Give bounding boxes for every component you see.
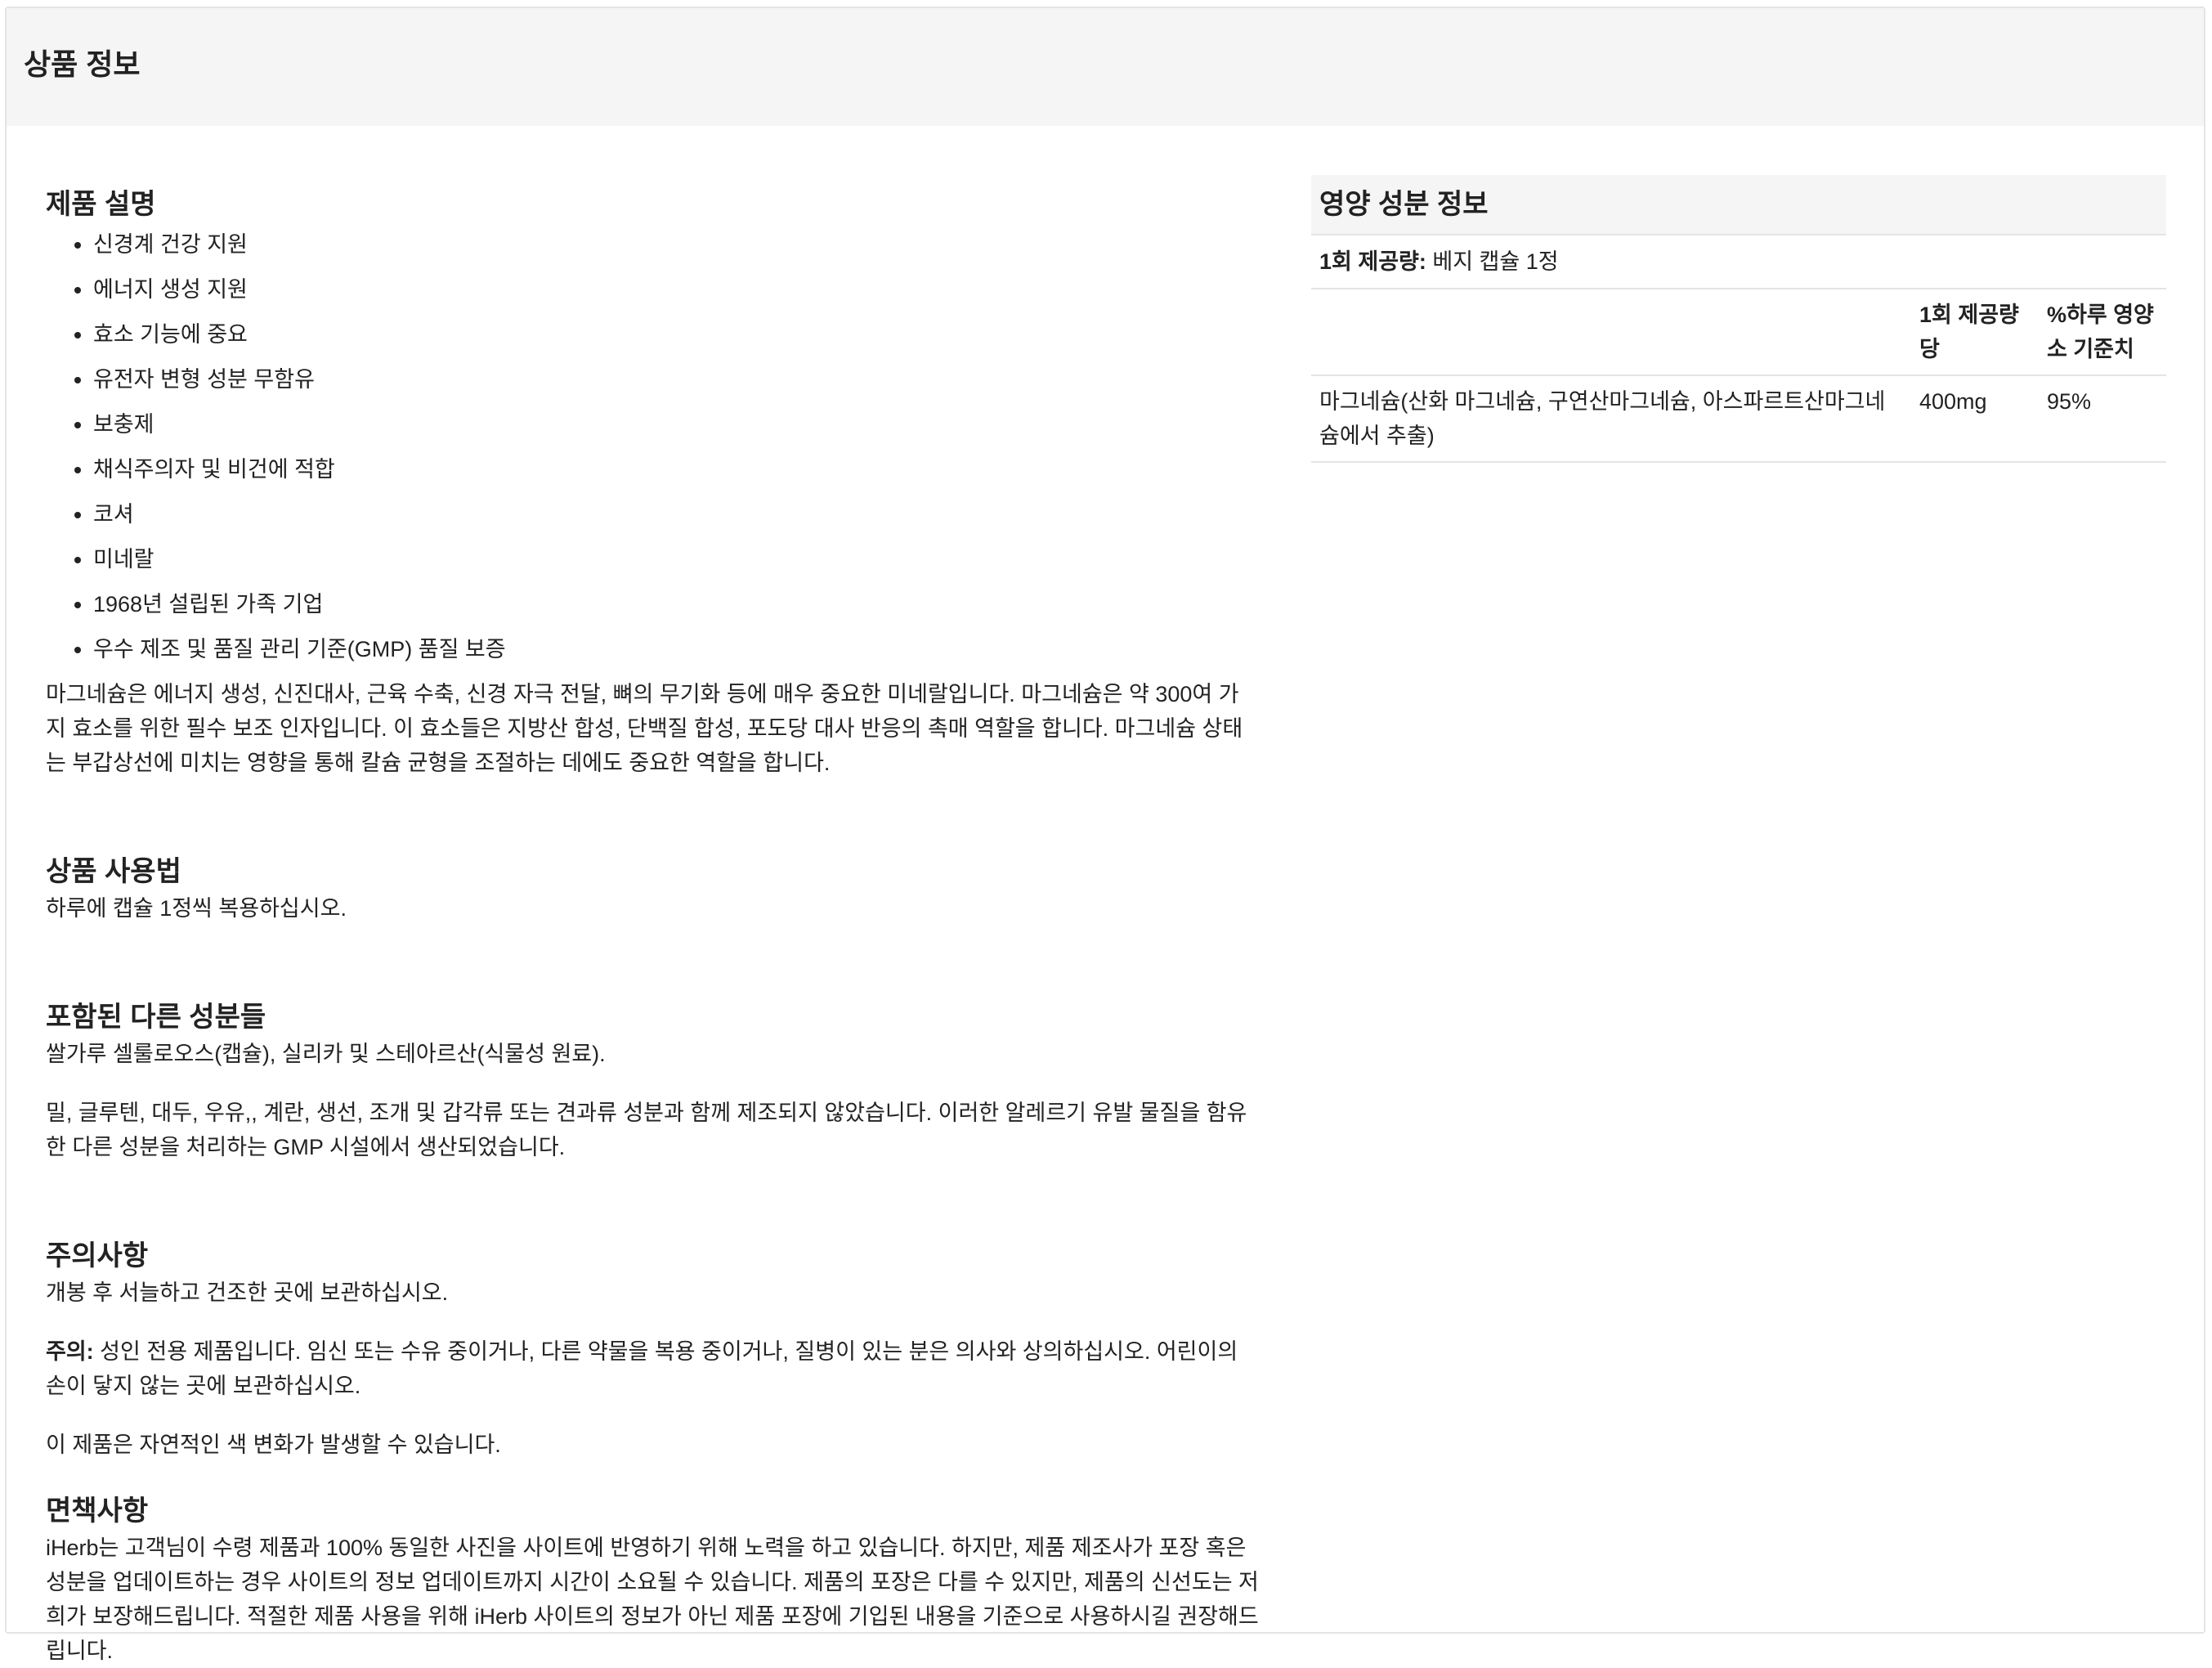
table-row: 마그네슘(산화 마그네슘, 구연산마그네슘, 아스파르트산마그네슘에서 추출) … xyxy=(1311,375,2166,463)
feature-item: 보충제 xyxy=(93,407,1259,452)
nutrient-daily-value: 95% xyxy=(2039,375,2166,463)
feature-item: 우수 제조 및 품질 관리 기준(GMP) 품질 보증 xyxy=(93,632,1259,677)
feature-item: 미네랄 xyxy=(93,542,1259,587)
disclaimer-text: iHerb는 고객님이 수령 제품과 100% 동일한 사진을 사이트에 반영하… xyxy=(46,1536,1259,1663)
feature-item: 유전자 변형 성분 무함유 xyxy=(93,362,1259,407)
serving-value: 베지 캡슐 1정 xyxy=(1426,249,1559,274)
panel-header: 상품 정보 xyxy=(7,8,2204,126)
serving-label: 1회 제공량: xyxy=(1319,249,1426,274)
feature-item: 신경계 건강 지원 xyxy=(93,227,1259,272)
caution-label: 주의: xyxy=(46,1339,94,1364)
ingredients-text: 쌀가루 셀룰로오스(캡슐), 실리카 및 스테아르산(식물성 원료). xyxy=(46,1042,606,1066)
usage-text: 하루에 캡슐 1정씩 복용하십시오. xyxy=(46,896,347,921)
description-paragraph: 마그네슘은 에너지 생성, 신진대사, 근육 수축, 신경 자극 전달, 뼈의 … xyxy=(46,682,1243,775)
column-header-per-serving: 1회 제공량당 xyxy=(1911,289,2039,376)
nutrition-table: 1회 제공량당 %하루 영양소 기준치 마그네슘(산화 마그네슘, 구연산마그네… xyxy=(1311,289,2166,463)
nutrition-title: 영양 성분 정보 xyxy=(1311,175,2166,235)
nutrient-amount: 400mg xyxy=(1911,375,2039,463)
feature-item: 에너지 생성 지원 xyxy=(93,272,1259,317)
feature-item: 채식주의자 및 비건에 적합 xyxy=(93,452,1259,497)
warnings-heading: 주의사항 xyxy=(46,1240,149,1271)
nutrition-header-row: 1회 제공량당 %하루 영양소 기준치 xyxy=(1311,289,2166,376)
allergen-text: 밀, 글루텐, 대두, 우유,, 계란, 생선, 조개 및 갑각류 또는 견과류… xyxy=(46,1101,1247,1159)
storage-text: 개봉 후 서늘하고 건조한 곳에 보관하십시오. xyxy=(46,1280,449,1305)
caution-body: 성인 전용 제품입니다. 임신 또는 수유 중이거나, 다른 약물을 복용 중이… xyxy=(46,1339,1238,1398)
serving-size: 1회 제공량: 베지 캡슐 1정 xyxy=(1311,235,2166,289)
nutrient-name: 마그네슘(산화 마그네슘, 구연산마그네슘, 아스파르트산마그네슘에서 추출) xyxy=(1311,375,1911,463)
feature-item: 1968년 설립된 가족 기업 xyxy=(93,587,1259,632)
panel-title: 상품 정보 xyxy=(24,47,141,81)
feature-list: 신경계 건강 지원 에너지 생성 지원 효소 기능에 중요 유전자 변형 성분 … xyxy=(46,227,1259,677)
column-header-nutrient xyxy=(1311,289,1911,376)
feature-item: 효소 기능에 중요 xyxy=(93,317,1259,362)
column-header-daily-value: %하루 영양소 기준치 xyxy=(2039,289,2166,376)
description-heading: 제품 설명 xyxy=(46,189,156,220)
nutrition-facts-panel: 영양 성분 정보 1회 제공량: 베지 캡슐 1정 1회 제공량당 %하루 영양… xyxy=(1311,175,2166,463)
caution-text: 주의: 성인 전용 제품입니다. 임신 또는 수유 중이거나, 다른 약물을 복… xyxy=(46,1334,1259,1403)
usage-heading: 상품 사용법 xyxy=(46,856,181,887)
product-details-column: 제품 설명 신경계 건강 지원 에너지 생성 지원 효소 기능에 중요 유전자 … xyxy=(46,185,1259,1668)
ingredients-heading: 포함된 다른 성분들 xyxy=(46,1002,266,1033)
feature-item: 코셔 xyxy=(93,497,1259,542)
disclaimer-heading: 면책사항 xyxy=(46,1495,149,1527)
color-note: 이 제품은 자연적인 색 변화가 발생할 수 있습니다. xyxy=(46,1433,501,1457)
